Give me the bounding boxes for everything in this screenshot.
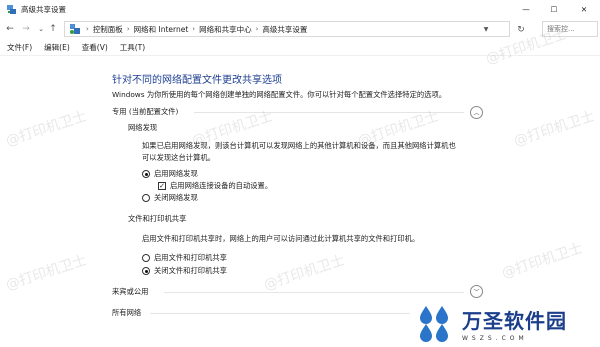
page-title: 针对不同的网络配置文件更改共享选项 xyxy=(112,75,282,86)
section-divider xyxy=(164,292,464,293)
profile-guest-title[interactable]: 来宾或公用 xyxy=(112,287,148,297)
menu-bar: 文件(F) 编辑(E) 查看(V) 工具(T) xyxy=(0,40,600,54)
network-discovery-on-label: 启用网络发现 xyxy=(154,169,198,178)
network-auto-setup-option[interactable]: ✓ 启用网络连接设备的自动设置。 xyxy=(158,181,272,191)
network-discovery-description: 如果已启用网络发现，则该台计算机可以发现网络上的其他计算机和设备，而且其他网络计… xyxy=(142,140,456,164)
close-icon: ✕ xyxy=(580,5,588,14)
close-button[interactable]: ✕ xyxy=(570,0,598,19)
menu-tools[interactable]: 工具(T) xyxy=(120,42,145,53)
file-sharing-off-label: 关闭文件和打印机共享 xyxy=(154,266,227,275)
logo-name: 万圣软件园 xyxy=(462,309,567,333)
arrow-up-icon: ↑ xyxy=(49,24,57,34)
file-sharing-on-label: 启用文件和打印机共享 xyxy=(154,253,227,262)
breadcrumb-separator-icon: › xyxy=(86,25,89,33)
network-discovery-off-option[interactable]: 关闭网络发现 xyxy=(142,193,198,203)
logo-text: 万圣软件园 WSZS.COM xyxy=(462,305,567,342)
radio-selected-icon[interactable] xyxy=(142,267,150,275)
breadcrumb-network-sharing-center[interactable]: 网络和共享中心 xyxy=(199,24,252,35)
arrow-left-icon: ← xyxy=(6,24,14,34)
section-divider xyxy=(194,112,464,113)
breadcrumb-control-panel[interactable]: 控制面板 xyxy=(93,24,123,35)
network-auto-setup-label: 启用网络连接设备的自动设置。 xyxy=(170,181,273,190)
breadcrumb-separator-icon[interactable]: › xyxy=(127,25,130,33)
radio-selected-icon[interactable] xyxy=(142,170,150,178)
breadcrumb-separator-icon[interactable]: › xyxy=(256,25,259,33)
refresh-button[interactable]: ↻ xyxy=(514,23,528,37)
address-row: ← → ⌄ ↑ › 控制面板 › 网络和 Internet › 网络和共享中心 … xyxy=(0,19,600,39)
page-description: Windows 为你所使用的每个网络创建单独的网络配置文件。你可以针对每个配置文… xyxy=(112,90,447,99)
section-divider xyxy=(150,313,410,314)
address-dropdown-button[interactable]: ▼ xyxy=(480,24,492,35)
search-input[interactable]: 搜索控... xyxy=(542,21,598,37)
address-bar[interactable]: › 控制面板 › 网络和 Internet › 网络和共享中心 › 高级共享设置… xyxy=(64,21,510,37)
breadcrumb: 控制面板 › 网络和 Internet › 网络和共享中心 › 高级共享设置 xyxy=(93,24,308,35)
control-panel-icon xyxy=(70,24,80,34)
minimize-button[interactable]: — xyxy=(512,0,540,19)
chevron-down-icon: ⌄ xyxy=(38,25,44,33)
chevron-down-icon: ▼ xyxy=(483,26,489,33)
file-printer-sharing-title: 文件和打印机共享 xyxy=(128,214,187,223)
network-discovery-off-label: 关闭网络发现 xyxy=(154,193,198,202)
back-button[interactable]: ← xyxy=(3,22,17,36)
menu-edit[interactable]: 编辑(E) xyxy=(44,42,70,53)
maximize-icon: ☐ xyxy=(550,5,558,14)
network-discovery-on-option[interactable]: 启用网络发现 xyxy=(142,169,198,179)
network-sharing-app-icon xyxy=(7,5,16,14)
site-logo: 万圣软件园 WSZS.COM xyxy=(414,300,600,347)
logo-url: WSZS.COM xyxy=(462,335,528,342)
breadcrumb-separator-icon[interactable]: › xyxy=(192,25,195,33)
radio-unselected-icon[interactable] xyxy=(142,254,150,262)
search-placeholder: 搜索控... xyxy=(547,25,575,33)
radio-unselected-icon[interactable] xyxy=(142,194,150,202)
window-title: 高级共享设置 xyxy=(21,5,66,14)
breadcrumb-network-internet[interactable]: 网络和 Internet xyxy=(134,24,189,35)
refresh-icon: ↻ xyxy=(517,25,525,35)
water-drops-logo-icon xyxy=(420,305,448,342)
network-discovery-text-line1: 如果已启用网络发现，则该台计算机可以发现网络上的其他计算机和设备，而且其他网络计… xyxy=(142,141,456,150)
network-discovery-title: 网络发现 xyxy=(128,123,158,132)
expand-guest-button[interactable]: ﹀ xyxy=(470,285,483,298)
file-sharing-on-option[interactable]: 启用文件和打印机共享 xyxy=(142,253,227,263)
menu-file[interactable]: 文件(F) xyxy=(7,42,32,53)
forward-button[interactable]: → xyxy=(19,22,33,36)
profile-all-title[interactable]: 所有网络 xyxy=(112,308,141,318)
file-printer-sharing-description: 启用文件和打印机共享时，网络上的用户可以访问通过此计算机共享的文件和打印机。 xyxy=(142,234,420,243)
network-discovery-text-line2: 可以发现这台计算机。 xyxy=(142,153,215,162)
collapse-private-button[interactable]: ︿ xyxy=(470,106,483,119)
chevron-down-icon: ﹀ xyxy=(473,289,480,296)
profile-private-title[interactable]: 专用 (当前配置文件) xyxy=(112,107,178,117)
arrow-right-icon: → xyxy=(22,24,30,34)
checkbox-checked-icon[interactable]: ✓ xyxy=(158,182,166,190)
maximize-button[interactable]: ☐ xyxy=(540,0,568,19)
minimize-icon: — xyxy=(522,5,530,14)
menu-view[interactable]: 查看(V) xyxy=(82,42,108,53)
breadcrumb-advanced-sharing[interactable]: 高级共享设置 xyxy=(262,24,307,35)
file-sharing-off-option[interactable]: 关闭文件和打印机共享 xyxy=(142,266,227,276)
title-bar: 高级共享设置 — ☐ ✕ xyxy=(0,0,600,19)
up-button[interactable]: ↑ xyxy=(46,22,60,36)
chevron-up-icon: ︿ xyxy=(473,110,480,117)
